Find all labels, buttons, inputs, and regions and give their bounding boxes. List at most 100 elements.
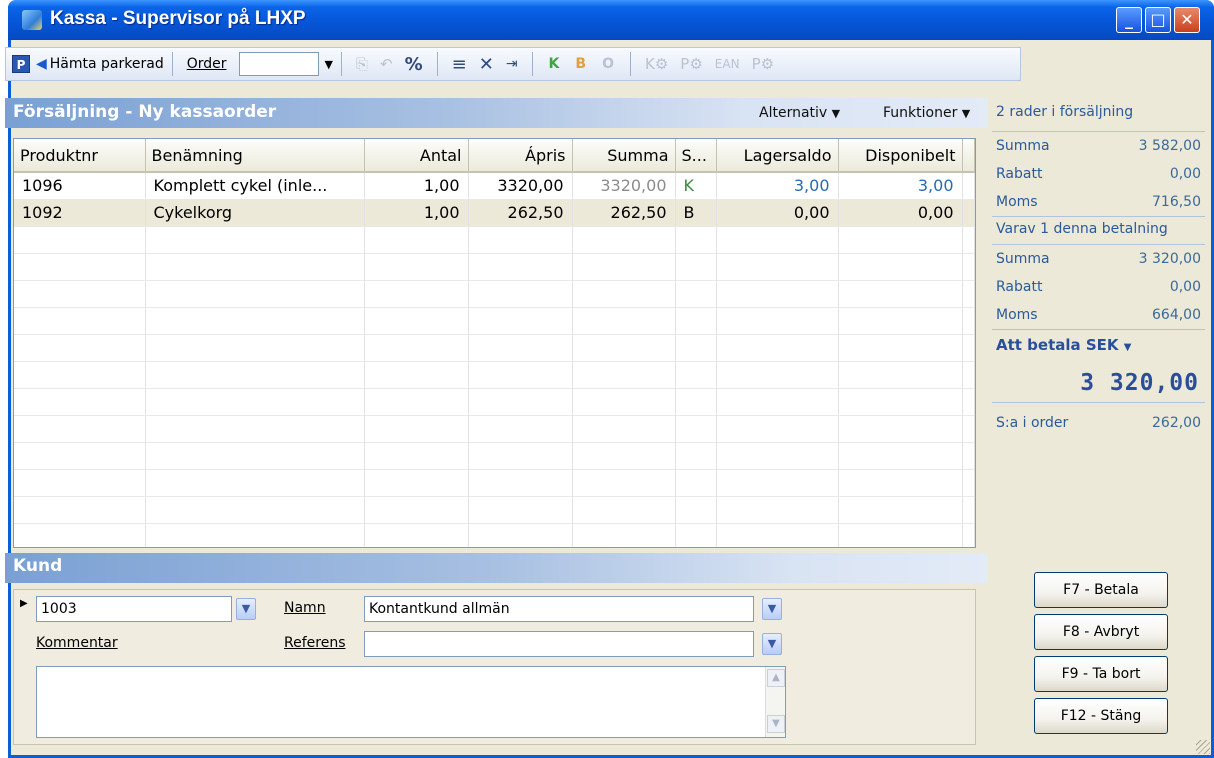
name-field[interactable]: Kontantkund allmän <box>364 596 754 622</box>
sales-title: Försäljning - Ny kassaorder <box>13 102 277 122</box>
total-row: Moms 716,50 <box>996 194 1201 210</box>
currency-selector[interactable]: SEK ▼ <box>1086 336 1132 354</box>
empty-row <box>14 523 975 547</box>
empty-row <box>14 415 975 443</box>
maximize-button[interactable]: □ <box>1145 7 1171 33</box>
order-input[interactable] <box>238 52 319 76</box>
customer-panel: ▶ 1003 ▼ Namn Kontantkund allmän ▼ Komme… <box>13 589 976 745</box>
title-bar: Kassa - Supervisor på LHXP _ □ ✕ <box>8 0 1214 40</box>
reference-dropdown-icon[interactable]: ▼ <box>762 633 782 655</box>
cell-product-no: 1096 <box>14 172 146 200</box>
empty-row <box>14 226 975 254</box>
customer-search-icon[interactable]: K⚙ <box>645 55 668 73</box>
row-pointer-icon: ▶ <box>20 598 28 609</box>
funktioner-menu[interactable]: Funktioner ▼ <box>883 105 970 121</box>
split-icon[interactable]: ⇥ <box>506 56 518 72</box>
total-row: Rabatt 0,00 <box>996 166 1201 182</box>
sales-grid[interactable]: Produktnr Benämning Antal Ápris Summa S.… <box>13 138 976 548</box>
empty-row <box>14 253 975 281</box>
k-button[interactable]: K <box>549 56 560 72</box>
name-label: Namn <box>284 600 326 616</box>
column-header[interactable]: Produktnr <box>14 139 146 173</box>
cell-quantity: 1,00 <box>364 172 469 200</box>
customer-number-field[interactable]: 1003 <box>36 596 232 622</box>
cancel-button[interactable]: F8 - Avbryt <box>1034 614 1168 650</box>
minimize-button[interactable]: _ <box>1116 7 1142 33</box>
close-button[interactable]: ✕ <box>1174 7 1200 33</box>
cell-stock: 0,00 <box>716 199 839 227</box>
product-search-icon[interactable]: P⚙ <box>680 55 703 73</box>
order-label: Order <box>186 56 227 72</box>
o-button[interactable]: O <box>602 56 614 72</box>
price-icon[interactable]: P⚙ <box>752 55 775 73</box>
fetch-parked-label: Hämta parkerad <box>49 56 164 72</box>
empty-row <box>14 469 975 497</box>
ean-button[interactable]: EAN <box>715 57 740 71</box>
column-header[interactable]: Disponibelt <box>838 139 963 173</box>
cell-sum: 262,50 <box>572 199 676 227</box>
empty-row <box>14 307 975 335</box>
name-dropdown-icon[interactable]: ▼ <box>762 598 782 620</box>
empty-row <box>14 496 975 524</box>
chevron-down-icon: ▼ <box>961 107 971 120</box>
delete-icon[interactable]: ✕ <box>479 54 494 75</box>
total-row: Summa 3 582,00 <box>996 138 1201 154</box>
scroll-down-icon[interactable]: ▼ <box>767 715 785 733</box>
toolbar: P ◀ Hämta parkerad Order ▼ ⎘ ↶ % ≡ ✕ ⇥ K… <box>5 47 1021 81</box>
table-row[interactable]: 1092 Cykelkorg 1,00 262,50 262,50 B 0,00… <box>14 199 975 227</box>
to-pay-label: Att betala SEK ▼ <box>996 336 1132 354</box>
resize-grip-icon[interactable] <box>1196 740 1210 754</box>
separator <box>629 52 631 76</box>
percent-icon[interactable]: % <box>405 54 423 75</box>
alternativ-menu[interactable]: Alternativ ▼ <box>759 105 840 121</box>
order-sum-row: S:a i order 262,00 <box>996 415 1201 431</box>
cell-description: Cykelkorg <box>145 199 365 227</box>
payment-row: Rabatt 0,00 <box>996 279 1201 295</box>
delete-button[interactable]: F9 - Ta bort <box>1034 656 1168 692</box>
sales-header: Försäljning - Ny kassaorder Alternativ ▼… <box>5 98 988 128</box>
cell-quantity: 1,00 <box>364 199 469 227</box>
cell-status: B <box>675 199 717 227</box>
customer-title: Kund <box>13 556 63 576</box>
column-header[interactable]: Summa <box>572 139 676 173</box>
pay-button[interactable]: F7 - Betala <box>1034 572 1168 608</box>
list-icon[interactable]: ≡ <box>452 54 467 75</box>
chevron-down-icon: ▼ <box>1123 342 1132 353</box>
close-dialog-button[interactable]: F12 - Stäng <box>1034 698 1168 734</box>
copy-icon[interactable]: ⎘ <box>356 55 368 73</box>
fetch-parked-button[interactable]: ◀ Hämta parkerad <box>36 50 164 78</box>
column-header[interactable]: Ápris <box>468 139 573 173</box>
cell-available: 3,00 <box>838 172 963 200</box>
column-header[interactable]: Antal <box>364 139 469 173</box>
payment-totals: Summa 3 320,00 Rabatt 0,00 Moms 664,00 <box>992 245 1205 330</box>
b-button[interactable]: B <box>575 56 586 72</box>
order-dropdown-icon[interactable]: ▼ <box>325 50 333 78</box>
column-header[interactable]: S... <box>675 139 717 173</box>
undo-icon[interactable]: ↶ <box>380 55 393 73</box>
summary-panel: 2 rader i försäljning Summa 3 582,00 Raba… <box>992 98 1205 437</box>
cell-description: Komplett cykel (inle... <box>145 172 365 200</box>
chevron-down-icon: ▼ <box>831 107 841 120</box>
customer-dropdown-icon[interactable]: ▼ <box>236 598 256 620</box>
comment-scrollbar[interactable]: ▲ ▼ <box>765 667 785 737</box>
separator <box>531 52 533 76</box>
column-header-filler <box>962 139 975 173</box>
empty-row <box>14 280 975 308</box>
reference-field[interactable] <box>364 631 754 657</box>
column-header[interactable]: Benämning <box>145 139 365 173</box>
separator <box>436 52 438 76</box>
cell-status: K <box>675 172 717 200</box>
rows-count: 2 rader i försäljning <box>992 98 1205 132</box>
empty-row <box>14 334 975 362</box>
arrow-left-icon: ◀ <box>36 56 47 72</box>
separator <box>340 52 342 76</box>
window-title: Kassa - Supervisor på LHXP <box>50 8 306 29</box>
empty-row <box>14 388 975 416</box>
order-totals: Summa 3 582,00 Rabatt 0,00 Moms 716,50 <box>992 132 1205 217</box>
scroll-up-icon[interactable]: ▲ <box>767 669 785 687</box>
park-icon[interactable]: P <box>12 50 30 78</box>
empty-row <box>14 442 975 470</box>
column-header[interactable]: Lagersaldo <box>716 139 839 173</box>
table-row[interactable]: 1096 Komplett cykel (inle... 1,00 3320,0… <box>14 172 975 200</box>
comment-textarea[interactable]: ▲ ▼ <box>36 666 786 738</box>
